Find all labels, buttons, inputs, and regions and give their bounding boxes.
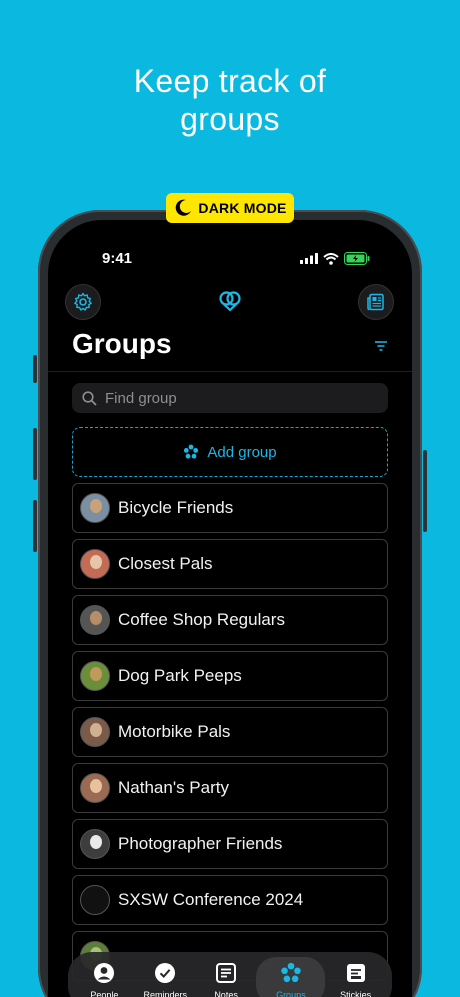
group-list-item[interactable]: Coffee Shop Regulars [72, 595, 388, 645]
group-list-item[interactable]: Motorbike Pals [72, 707, 388, 757]
divider [48, 371, 412, 372]
settings-button[interactable] [65, 284, 101, 320]
group-list-item[interactable]: Closest Pals [72, 539, 388, 589]
group-name: Photographer Friends [118, 834, 283, 853]
headline-line-2: groups [180, 101, 280, 137]
tab-label: Notes [214, 990, 238, 997]
group-avatar [80, 717, 110, 747]
headline: Keep track of groups [0, 62, 460, 138]
app-logo-icon [218, 290, 242, 317]
tab-stickies[interactable]: Stickies [325, 957, 386, 997]
tab-notes[interactable]: Notes [196, 957, 257, 997]
page-title: Groups [72, 328, 172, 359]
tab-label: People [90, 990, 119, 997]
group-name: Closest Pals [118, 554, 213, 573]
phone-frame: 9:41 Groups Find group Add group Bicycle… [33, 210, 427, 997]
signal-icon [300, 253, 318, 264]
group-list-item[interactable]: Nathan's Party [72, 763, 388, 813]
group-name: Dog Park Peeps [118, 666, 242, 685]
group-avatar [80, 829, 110, 859]
battery-icon [344, 252, 370, 265]
wifi-icon [323, 252, 339, 265]
group-list-item[interactable]: Dog Park Peeps [72, 651, 388, 701]
search-icon [82, 390, 97, 406]
tab-label: Groups [276, 990, 306, 997]
group-name: Motorbike Pals [118, 722, 231, 741]
person-icon [93, 962, 115, 986]
group-avatar [80, 549, 110, 579]
newsletter-button[interactable] [358, 284, 394, 320]
groups-icon [184, 444, 199, 459]
tab-label: Reminders [143, 990, 187, 997]
group-list-item[interactable]: SXSW Conference 2024 [72, 875, 388, 925]
group-list: Bicycle Friends Closest Pals Coffee Shop R… [72, 483, 388, 987]
tab-bar: People Reminders Notes Groups Stickies [68, 952, 392, 997]
group-name: Nathan's Party [118, 778, 229, 797]
badge-label: DARK MODE [198, 200, 287, 216]
add-group-label: Add group [207, 443, 277, 461]
group-name: SXSW Conference 2024 [118, 890, 304, 909]
group-avatar [80, 773, 110, 803]
moon-icon [176, 199, 192, 216]
tab-groups[interactable]: Groups [256, 957, 326, 997]
group-avatar [80, 885, 110, 915]
stickies-icon [345, 962, 367, 986]
tab-label: Stickies [340, 990, 372, 997]
gear-icon [74, 292, 92, 311]
dark-mode-badge: DARK MODE [166, 193, 294, 223]
status-bar: 9:41 [48, 250, 412, 270]
group-name: Bicycle Friends [118, 498, 234, 517]
search-bar[interactable] [72, 383, 388, 413]
group-list-item[interactable]: Bicycle Friends [72, 483, 388, 533]
group-name: Coffee Shop Regulars [118, 610, 285, 629]
title-row: Groups [72, 328, 388, 368]
headline-line-1: Keep track of [133, 63, 327, 99]
tab-reminders[interactable]: Reminders [135, 957, 196, 997]
status-time: 9:41 [102, 250, 133, 267]
notes-icon [215, 962, 237, 986]
app-screen: 9:41 Groups Find group Add group Bicycle… [48, 220, 412, 997]
groups-icon [280, 962, 302, 986]
tab-people[interactable]: People [74, 957, 135, 997]
checkmark-icon [154, 962, 176, 986]
group-avatar [80, 661, 110, 691]
newspaper-icon [367, 293, 384, 311]
group-list-item[interactable]: Photographer Friends [72, 819, 388, 869]
group-avatar [80, 605, 110, 635]
filter-icon[interactable] [374, 340, 388, 352]
add-group-button[interactable]: Add group [72, 427, 388, 477]
group-avatar [80, 493, 110, 523]
search-input[interactable] [105, 389, 365, 407]
top-bar [48, 284, 412, 320]
